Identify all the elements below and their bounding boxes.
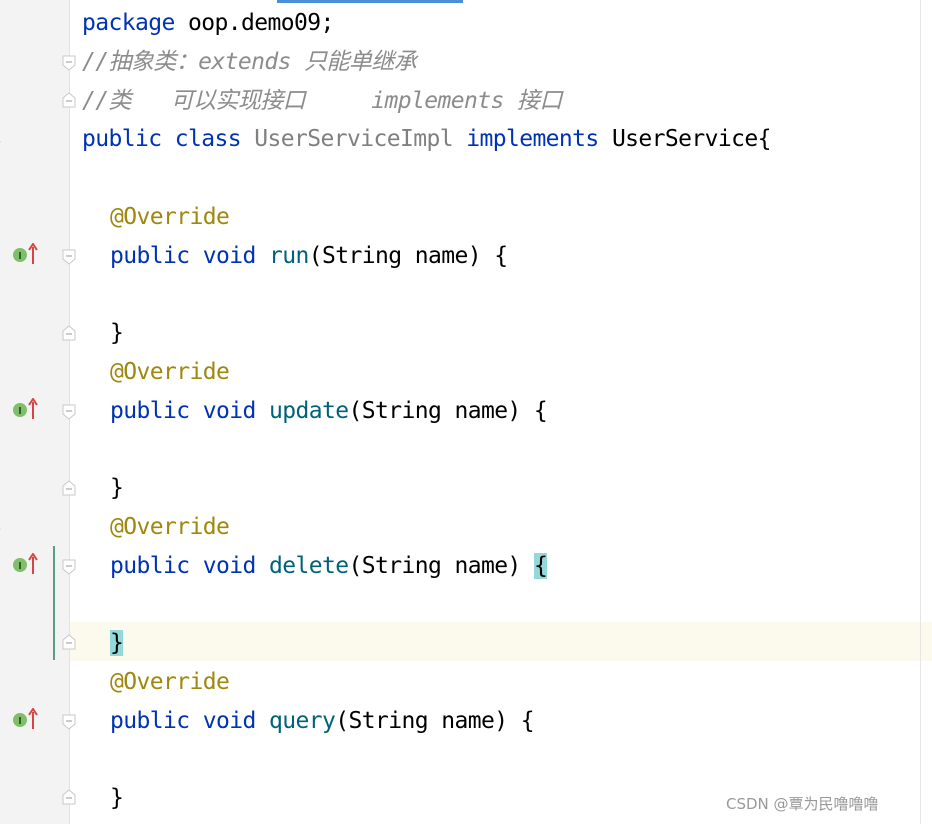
class-name: UserServiceImpl — [254, 126, 453, 152]
code-line-class-declaration[interactable]: public class UserServiceImpl implements … — [82, 120, 772, 159]
code-line-package[interactable]: package oop.demo09; — [82, 4, 334, 43]
keyword: public — [82, 126, 162, 152]
close-brace: } — [110, 320, 124, 346]
fold-marker-icon[interactable] — [62, 789, 76, 805]
fold-marker-icon[interactable] — [62, 249, 76, 265]
annotation: @Override — [110, 359, 230, 385]
keyword: class — [174, 126, 242, 152]
fold-marker-icon[interactable] — [62, 714, 76, 730]
method-params: (String name) { — [335, 708, 534, 734]
line-number[interactable]: 2 — [0, 440, 5, 460]
fold-marker-icon[interactable] — [62, 55, 76, 71]
line-number[interactable]: 6 — [0, 595, 5, 615]
code-line-close-brace[interactable]: } — [110, 779, 124, 818]
annotation: @Override — [110, 669, 230, 695]
code-line-comment[interactable]: //类 可以实现接口 implements 接口 — [82, 82, 562, 121]
line-number[interactable]: 3 — [0, 91, 5, 111]
line-number[interactable]: 7 — [0, 246, 5, 266]
annotation: @Override — [110, 204, 230, 230]
close-brace: } — [110, 475, 124, 501]
line-number[interactable]: 5 — [0, 556, 5, 576]
svg-text:I: I — [18, 406, 22, 417]
go-to-super-arrow-icon[interactable] — [28, 707, 38, 730]
line-number[interactable]: 0 — [0, 362, 5, 382]
method-params: (String name) { — [348, 398, 548, 424]
code-line-close-brace[interactable]: } — [110, 314, 124, 353]
line-number[interactable]: 9 — [0, 323, 5, 343]
keyword: void — [202, 553, 257, 579]
method-name: run — [268, 243, 309, 269]
code-line-annotation[interactable]: @Override — [110, 663, 230, 702]
keyword: void — [202, 398, 257, 424]
line-number[interactable]: 5 — [0, 168, 5, 188]
fold-marker-icon[interactable] — [62, 404, 76, 420]
close-brace: } — [110, 785, 124, 811]
line-number[interactable]: 7 — [0, 633, 5, 653]
code-line-method-run[interactable]: public void run(String name) { — [110, 237, 508, 276]
interface-name: UserService{ — [611, 126, 772, 152]
line-number[interactable]: 4 — [0, 130, 5, 150]
comment-text: //类 可以实现接口 implements 接口 — [82, 88, 562, 114]
keyword: void — [202, 708, 257, 734]
active-tab-indicator — [277, 0, 463, 3]
line-number[interactable]: 1 — [0, 13, 5, 33]
code-line-method-update[interactable]: public void update(String name) { — [110, 392, 548, 431]
keyword: public — [110, 243, 190, 269]
line-number[interactable]: 1 — [0, 788, 5, 808]
code-line-method-delete[interactable]: public void delete(String name) { — [110, 547, 548, 586]
method-params: (String name) { — [308, 243, 508, 269]
svg-text:I: I — [18, 251, 22, 262]
code-line-method-query[interactable]: public void query(String name) { — [110, 702, 535, 741]
fold-marker-icon[interactable] — [62, 92, 76, 108]
line-number[interactable]: 6 — [0, 207, 5, 227]
implements-interface-icon[interactable]: I — [12, 557, 28, 573]
code-line-close-brace[interactable]: } — [110, 624, 124, 663]
svg-text:I: I — [18, 561, 22, 572]
line-number[interactable]: 3 — [0, 478, 5, 498]
implements-interface-icon[interactable]: I — [12, 402, 28, 418]
watermark: CSDN @覃为民噜噜噜 — [726, 795, 879, 813]
line-number[interactable]: 4 — [0, 517, 5, 537]
line-number[interactable]: 8 — [0, 672, 5, 692]
line-number[interactable]: 8 — [0, 285, 5, 305]
code-line-annotation[interactable]: @Override — [110, 198, 230, 237]
code-line-annotation[interactable]: @Override — [110, 353, 230, 392]
method-name: delete — [268, 553, 349, 579]
implements-interface-icon[interactable]: I — [12, 712, 28, 728]
code-line-annotation[interactable]: @Override — [110, 508, 230, 547]
go-to-super-arrow-icon[interactable] — [28, 552, 38, 575]
matched-brace-close: } — [110, 630, 124, 656]
line-number[interactable]: 0 — [0, 750, 5, 770]
method-name: update — [268, 398, 349, 424]
keyword: public — [110, 708, 190, 734]
fold-marker-icon[interactable] — [62, 634, 76, 650]
go-to-super-arrow-icon[interactable] — [28, 397, 38, 420]
fold-marker-icon[interactable] — [62, 480, 76, 496]
keyword: void — [202, 243, 257, 269]
keyword: package — [82, 10, 175, 36]
annotation: @Override — [110, 514, 230, 540]
comment-text: //抽象类：extends 只能单继承 — [82, 49, 417, 75]
code-line-comment[interactable]: //抽象类：extends 只能单继承 — [82, 43, 417, 82]
go-to-super-arrow-icon[interactable] — [28, 242, 38, 265]
implements-interface-icon[interactable]: I — [12, 247, 28, 263]
fold-marker-icon[interactable] — [62, 325, 76, 341]
method-name: query — [268, 708, 336, 734]
vcs-change-marker[interactable] — [53, 546, 55, 660]
keyword: public — [110, 553, 190, 579]
keyword: public — [110, 398, 190, 424]
line-number[interactable]: 9 — [0, 711, 5, 731]
line-number[interactable]: 1 — [0, 401, 5, 421]
line-number[interactable]: 2 — [0, 52, 5, 72]
right-margin-guide — [920, 0, 921, 824]
current-line-highlight — [0, 622, 932, 661]
code-line-close-brace[interactable]: } — [110, 469, 124, 508]
fold-marker-icon[interactable] — [62, 559, 76, 575]
matched-brace-open: { — [533, 553, 548, 579]
method-params: (String name) — [348, 553, 534, 579]
keyword: implements — [466, 126, 599, 152]
svg-text:I: I — [18, 716, 22, 727]
package-name: oop.demo09; — [174, 10, 334, 36]
